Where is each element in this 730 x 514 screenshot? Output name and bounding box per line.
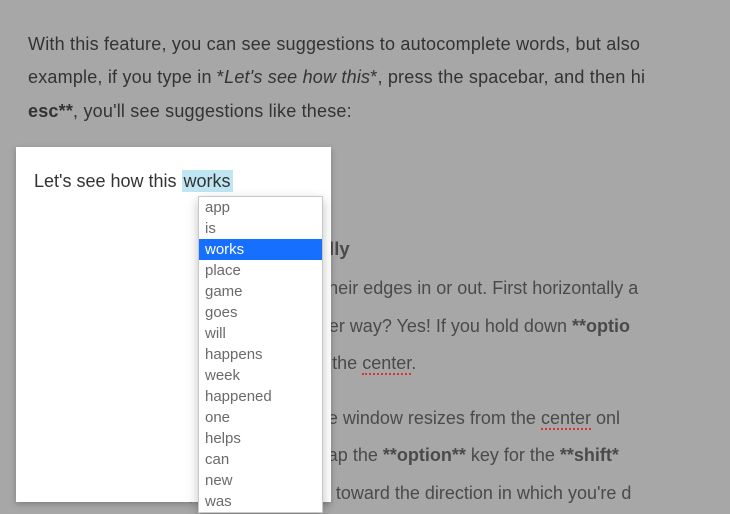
autocomplete-item[interactable]: is	[199, 218, 322, 239]
autocomplete-item[interactable]: helps	[199, 428, 322, 449]
autocomplete-item[interactable]: game	[199, 281, 322, 302]
editor-line[interactable]: Let's see how this works	[34, 170, 233, 192]
spellcheck-word: center	[541, 408, 591, 430]
autocomplete-item[interactable]: can	[199, 449, 322, 470]
autocomplete-item[interactable]: will	[199, 323, 322, 344]
intro-text: , you'll see suggestions like these:	[73, 101, 352, 121]
autocomplete-item[interactable]: week	[199, 365, 322, 386]
autocomplete-popup[interactable]: appisworksplacegamegoeswillhappensweekha…	[198, 196, 323, 513]
autocomplete-item[interactable]: was	[199, 491, 322, 512]
editor-prefix: Let's see how this	[34, 171, 182, 191]
autocomplete-item[interactable]: one	[199, 407, 322, 428]
autocomplete-item[interactable]: new	[199, 470, 322, 491]
autocomplete-item[interactable]: place	[199, 260, 322, 281]
autocomplete-item[interactable]: works	[199, 239, 322, 260]
intro-text: *, press the spacebar, and then hi	[370, 67, 645, 87]
spellcheck-word: center	[362, 353, 411, 375]
editor-typed-word: works	[182, 170, 233, 192]
intro-text: example, if you type in *	[28, 67, 224, 87]
autocomplete-item[interactable]: happened	[199, 386, 322, 407]
intro-text: With this feature, you can see suggestio…	[28, 34, 640, 54]
autocomplete-item[interactable]: goes	[199, 302, 322, 323]
autocomplete-item[interactable]: app	[199, 197, 322, 218]
intro-bold: esc**	[28, 101, 73, 121]
autocomplete-item[interactable]: happens	[199, 344, 322, 365]
intro-paragraph: With this feature, you can see suggestio…	[28, 28, 730, 128]
intro-italic: Let's see how this	[224, 67, 370, 87]
